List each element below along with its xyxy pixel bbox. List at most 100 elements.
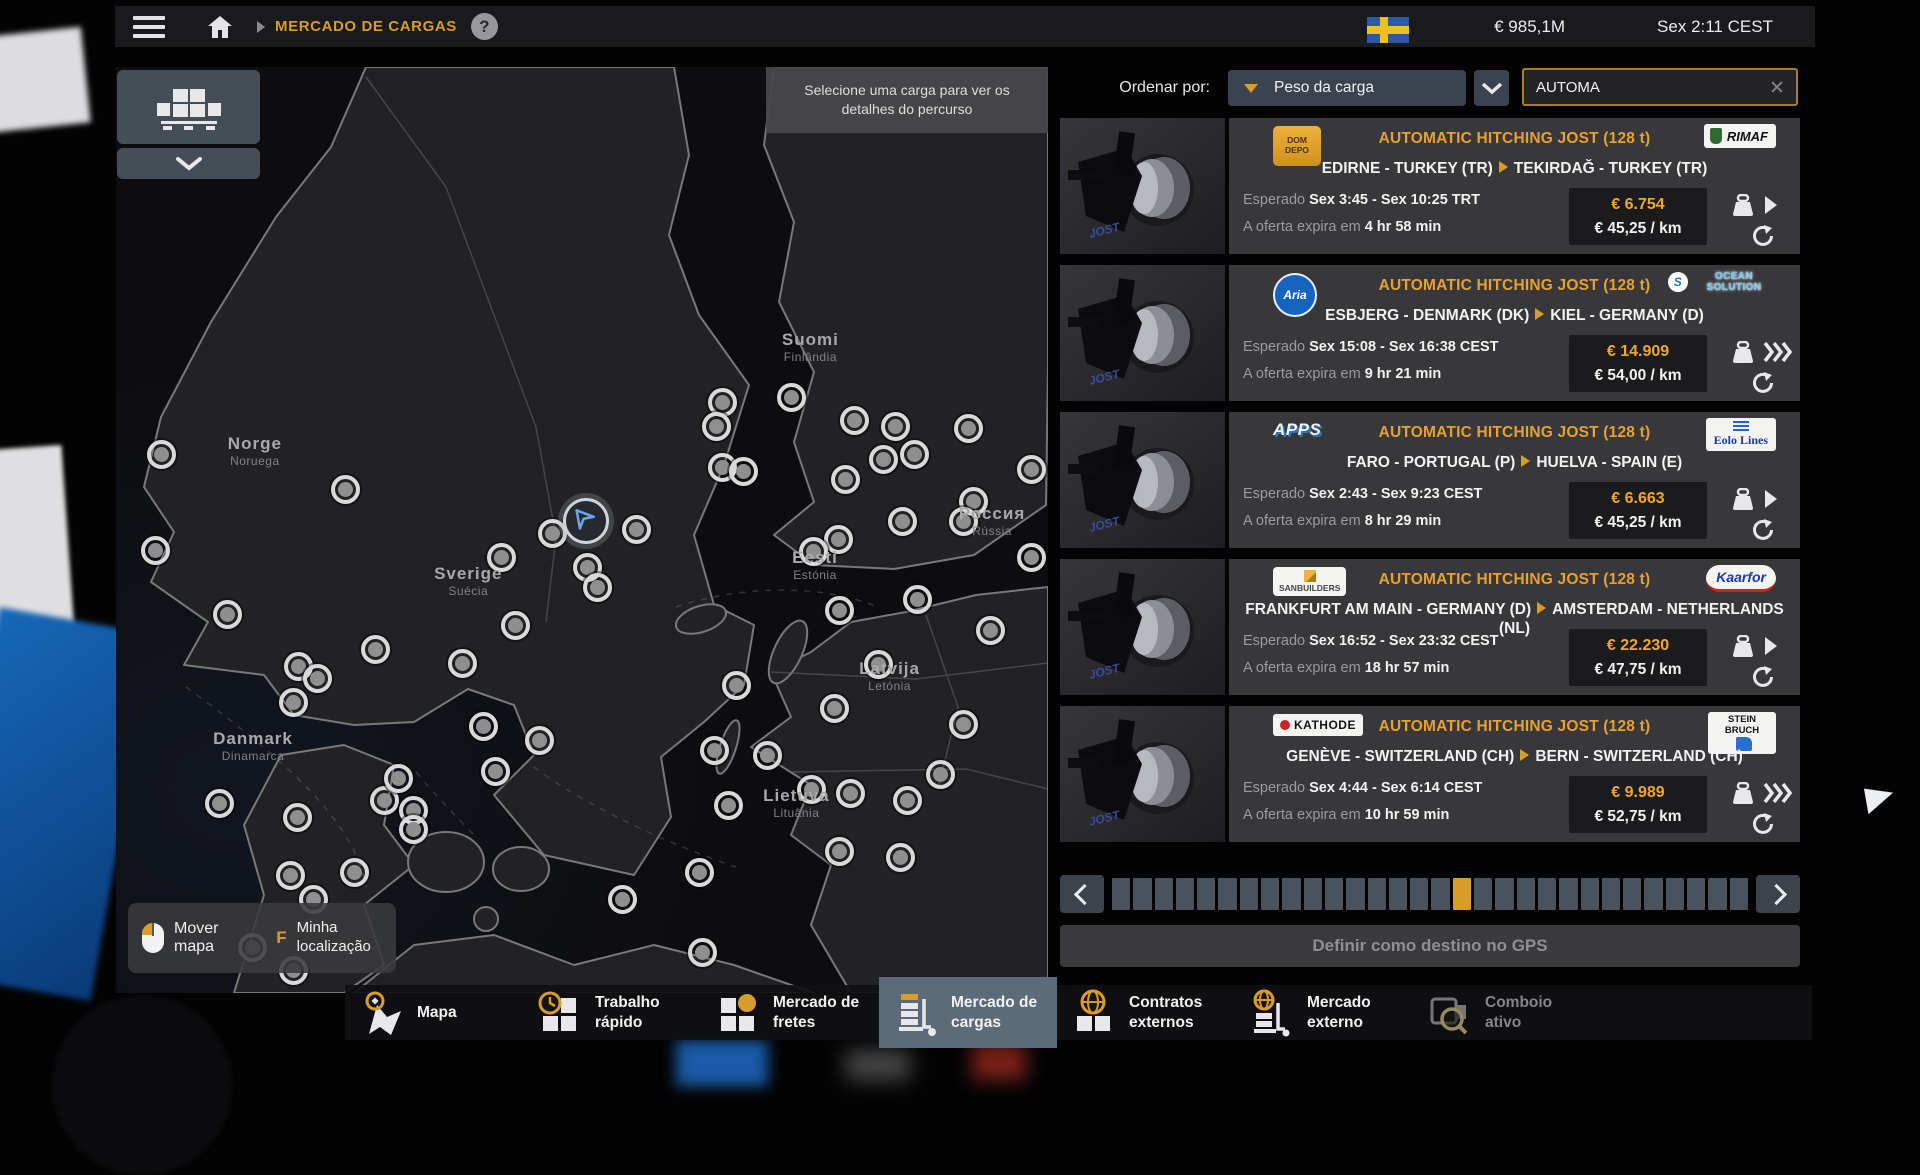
pagination-segment[interactable] xyxy=(1133,878,1151,910)
collapse-button[interactable] xyxy=(117,148,260,179)
page-previous-button[interactable] xyxy=(1060,875,1104,913)
map-city-dot[interactable] xyxy=(840,406,869,435)
map-city-dot[interactable] xyxy=(141,536,170,565)
pagination-segment[interactable] xyxy=(1368,878,1386,910)
map-city-dot[interactable] xyxy=(949,710,978,739)
pagination-segment[interactable] xyxy=(1346,878,1364,910)
pagination-segment[interactable] xyxy=(1602,878,1620,910)
map-city-dot[interactable] xyxy=(903,585,932,614)
map-city-dot[interactable] xyxy=(481,757,510,786)
map-city-dot[interactable] xyxy=(685,858,714,887)
pagination-segment-active[interactable] xyxy=(1453,878,1471,910)
map-city-dot[interactable] xyxy=(283,803,312,832)
pagination-segment[interactable] xyxy=(1261,878,1279,910)
map-city-dot[interactable] xyxy=(331,475,360,504)
pagination-segment[interactable] xyxy=(1431,878,1449,910)
cargo-offer-card[interactable]: SANBUILDERSAUTOMATIC HITCHING JOST (128 … xyxy=(1229,559,1800,695)
cargo-offer-card[interactable]: AriaAUTOMATIC HITCHING JOST (128 t)OCEAN… xyxy=(1229,265,1800,401)
nav-item-mercado-externo[interactable]: Mercado externo xyxy=(1235,985,1413,1040)
pagination-segment[interactable] xyxy=(1730,878,1748,910)
map-city-dot[interactable] xyxy=(525,726,554,755)
map-city-dot[interactable] xyxy=(729,457,758,486)
map-city-dot[interactable] xyxy=(213,600,242,629)
nav-item-trabalho-rapido[interactable]: Trabalho rápido xyxy=(523,985,701,1040)
pagination-segment[interactable] xyxy=(1581,878,1599,910)
pagination-segment[interactable] xyxy=(1495,878,1513,910)
nav-item-mapa[interactable]: Mapa xyxy=(345,985,523,1040)
pagination-segment[interactable] xyxy=(1112,878,1130,910)
map-city-dot[interactable] xyxy=(831,465,860,494)
map-city-dot[interactable] xyxy=(900,440,929,469)
sort-dropdown-expand-button[interactable] xyxy=(1474,70,1509,106)
pagination-segment[interactable] xyxy=(1410,878,1428,910)
map-city-dot[interactable] xyxy=(949,507,978,536)
pagination-segment[interactable] xyxy=(1240,878,1258,910)
menu-icon[interactable] xyxy=(133,16,165,38)
map-city-dot[interactable] xyxy=(753,741,782,770)
map-city-dot[interactable] xyxy=(583,573,612,602)
map-city-dot[interactable] xyxy=(1017,455,1046,484)
clear-search-icon[interactable] xyxy=(1770,80,1784,94)
cargo-offer-card[interactable]: DOM DEPOAUTOMATIC HITCHING JOST (128 t)R… xyxy=(1229,118,1800,254)
map-city-dot[interactable] xyxy=(881,412,910,441)
help-icon[interactable]: ? xyxy=(471,13,498,40)
pagination-segment[interactable] xyxy=(1325,878,1343,910)
map-city-dot[interactable] xyxy=(702,412,731,441)
map-city-dot[interactable] xyxy=(501,611,530,640)
nav-item-contratos-externos[interactable]: Contratos externos xyxy=(1057,985,1235,1040)
map-city-dot[interactable] xyxy=(888,507,917,536)
nav-item-mercado-de-fretes[interactable]: Mercado de fretes xyxy=(701,985,879,1040)
pagination-segment[interactable] xyxy=(1176,878,1194,910)
cargo-offer-card[interactable]: APPSAUTOMATIC HITCHING JOST (128 t)Eolo … xyxy=(1229,412,1800,548)
map-city-dot[interactable] xyxy=(722,671,751,700)
map-city-dot[interactable] xyxy=(384,764,413,793)
map-city-dot[interactable] xyxy=(797,775,826,804)
map-city-dot[interactable] xyxy=(976,616,1005,645)
map-city-dot[interactable] xyxy=(279,688,308,717)
map-city-dot[interactable] xyxy=(340,858,369,887)
pagination-segment[interactable] xyxy=(1155,878,1173,910)
map-city-dot[interactable] xyxy=(1017,543,1046,572)
map-city-dot[interactable] xyxy=(399,815,428,844)
map-city-dot[interactable] xyxy=(954,414,983,443)
map-city-dot[interactable] xyxy=(869,445,898,474)
map-city-dot[interactable] xyxy=(777,383,806,412)
nav-item-comboio-ativo[interactable]: Comboio ativo xyxy=(1413,985,1591,1040)
map-city-dot[interactable] xyxy=(469,712,498,741)
map-city-dot[interactable] xyxy=(886,843,915,872)
pagination-segment[interactable] xyxy=(1218,878,1236,910)
map-city-dot[interactable] xyxy=(825,596,854,625)
pagination-segment[interactable] xyxy=(1282,878,1300,910)
nav-item-mercado-de-cargas[interactable]: Mercado de cargas xyxy=(879,977,1057,1048)
map-city-dot[interactable] xyxy=(361,635,390,664)
map-city-dot[interactable] xyxy=(276,861,305,890)
pagination-segment[interactable] xyxy=(1538,878,1556,910)
map-city-dot[interactable] xyxy=(893,786,922,815)
search-input[interactable] xyxy=(1524,79,1770,96)
pagination-segment[interactable] xyxy=(1474,878,1492,910)
map-city-dot[interactable] xyxy=(824,525,853,554)
pagination-segment[interactable] xyxy=(1559,878,1577,910)
map-city-dot[interactable] xyxy=(820,694,849,723)
pagination-segment[interactable] xyxy=(1197,878,1215,910)
map-city-dot[interactable] xyxy=(700,736,729,765)
pagination-segment[interactable] xyxy=(1644,878,1662,910)
world-map[interactable]: NorgeNoruegaSverigeSuéciaSuomiFinlândiaE… xyxy=(116,67,1048,993)
map-city-dot[interactable] xyxy=(303,664,332,693)
map-city-dot[interactable] xyxy=(205,789,234,818)
pagination-segment[interactable] xyxy=(1666,878,1684,910)
home-icon[interactable] xyxy=(207,15,233,39)
sort-dropdown[interactable]: Peso da carga xyxy=(1228,70,1466,106)
map-city-dot[interactable] xyxy=(825,837,854,866)
pagination-segment[interactable] xyxy=(1687,878,1705,910)
map-city-dot[interactable] xyxy=(864,650,893,679)
map-city-dot[interactable] xyxy=(147,440,176,469)
pagination-segment[interactable] xyxy=(1623,878,1641,910)
map-city-dot[interactable] xyxy=(714,791,743,820)
map-city-dot[interactable] xyxy=(622,515,651,544)
map-city-dot[interactable] xyxy=(926,760,955,789)
pagination-segment[interactable] xyxy=(1389,878,1407,910)
trailer-toggle-button[interactable] xyxy=(117,70,260,144)
pagination-segment[interactable] xyxy=(1517,878,1535,910)
cargo-offer-card[interactable]: KATHODEAUTOMATIC HITCHING JOST (128 t)ST… xyxy=(1229,706,1800,842)
